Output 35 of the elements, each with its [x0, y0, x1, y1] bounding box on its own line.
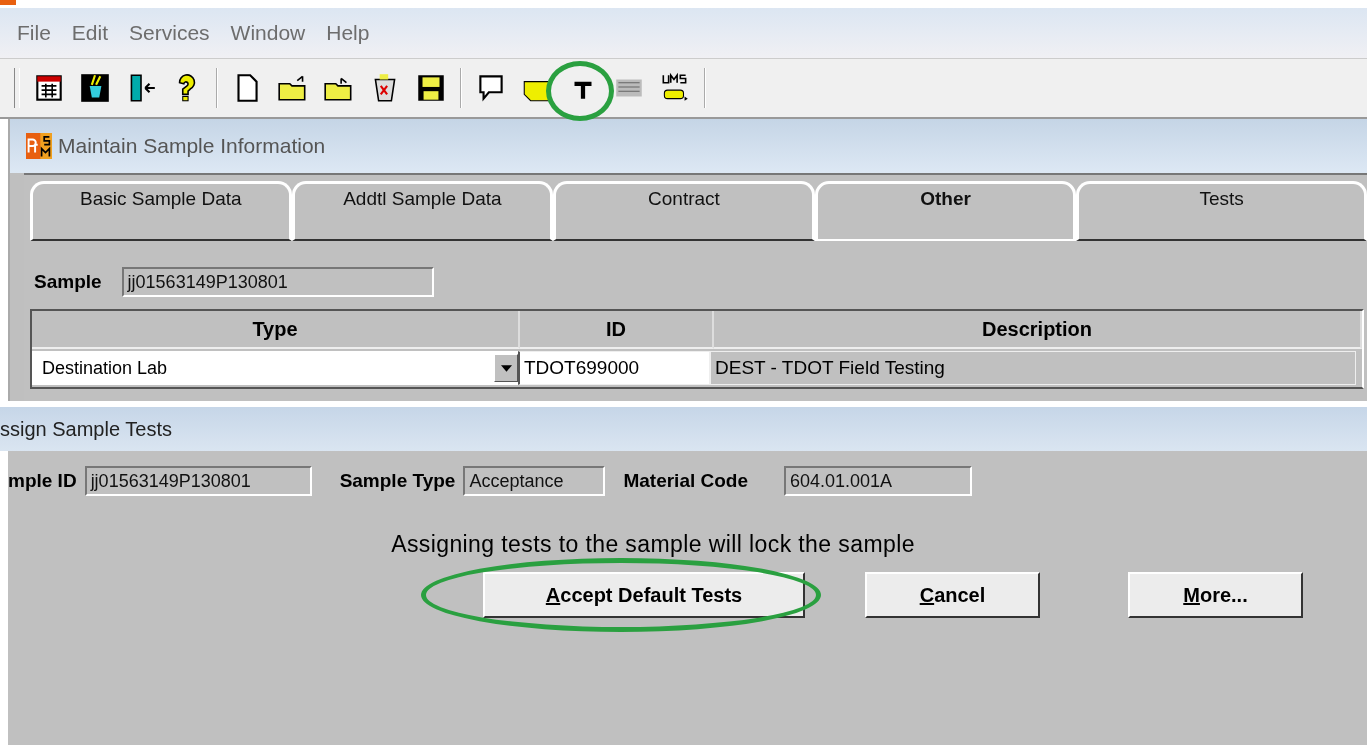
- field-label: mple ID: [8, 470, 77, 492]
- tab[interactable]: Other: [814, 181, 1077, 241]
- field-label: Material Code: [623, 470, 749, 492]
- readonly-field[interactable]: Acceptance: [463, 466, 606, 496]
- type-dropdown[interactable]: Destination Lab: [32, 351, 518, 385]
- tab[interactable]: Tests: [1076, 181, 1367, 241]
- dropdown-arrow-icon: [500, 364, 512, 372]
- menu-item[interactable]: Edit: [64, 21, 123, 45]
- field-label: Sample Type: [339, 470, 456, 492]
- column-header: ID: [520, 311, 714, 349]
- window-title: Maintain Sample Information: [58, 134, 326, 158]
- readonly-field[interactable]: jj01563149P130801: [84, 466, 312, 496]
- menu-item[interactable]: File: [10, 21, 65, 45]
- dialog-button[interactable]: Cancel: [865, 572, 1040, 618]
- toolbar-grip[interactable]: [14, 68, 20, 108]
- app-icon: [0, 0, 16, 5]
- menu-item[interactable]: Services: [122, 21, 224, 45]
- column-header: Type: [32, 311, 520, 349]
- tab[interactable]: Basic Sample Data: [30, 181, 292, 241]
- app-logo-icon: [26, 133, 52, 159]
- column-header: Description: [714, 311, 1362, 349]
- message-text: Assigning tests to the sample will lock the sample: [390, 531, 916, 558]
- tab[interactable]: Contract: [553, 181, 815, 241]
- cup-icon[interactable]: [78, 71, 112, 105]
- readonly-field[interactable]: 604.01.001A: [784, 466, 973, 496]
- table-cell: TDOT699000: [518, 351, 710, 385]
- dialog-title: ssign Sample Tests: [0, 407, 1367, 451]
- field-label: Sample: [34, 271, 102, 293]
- table-cell: DEST - TDOT Field Testing: [710, 351, 1356, 385]
- menu-item[interactable]: Window: [223, 21, 320, 45]
- dialog-button[interactable]: Accept Default Tests: [483, 572, 805, 618]
- dialog-button[interactable]: More...: [1128, 572, 1303, 618]
- menu-item[interactable]: Help: [319, 21, 384, 45]
- tab[interactable]: Addtl Sample Data: [291, 181, 554, 241]
- sample-field[interactable]: jj01563149P130801: [121, 267, 434, 297]
